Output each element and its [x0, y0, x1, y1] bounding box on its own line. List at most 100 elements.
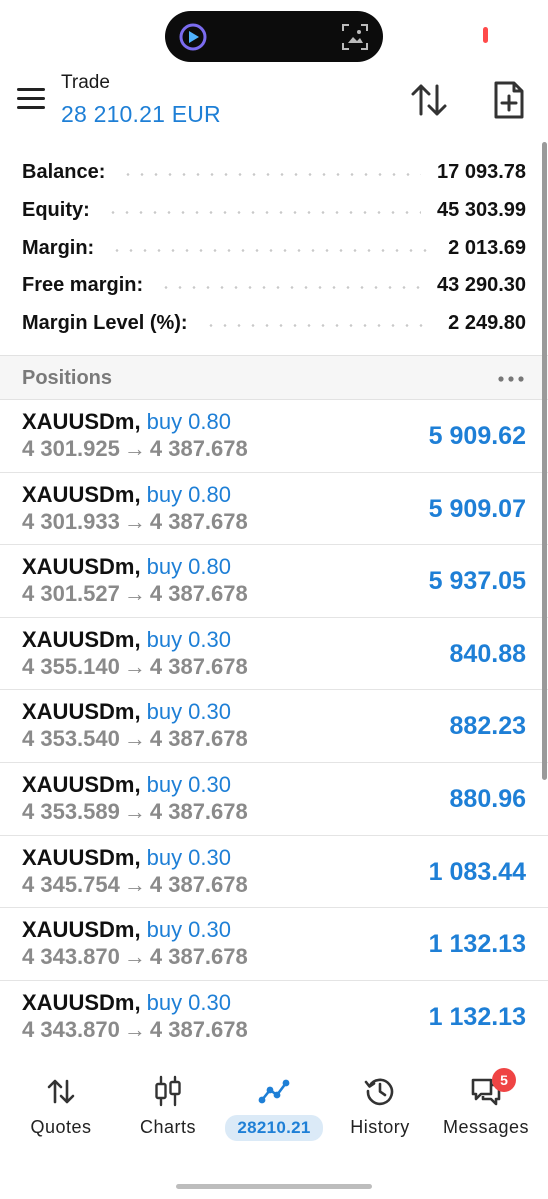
summary-value: 45 303.99	[437, 199, 526, 222]
position-current-price: 4 387.678	[149, 508, 248, 534]
nav-charts[interactable]: Charts	[113, 1058, 223, 1138]
position-symbol: XAUUSDm	[22, 989, 135, 1015]
menu-icon[interactable]	[17, 88, 45, 110]
position-profit: 5 909.07	[428, 494, 526, 523]
position-current-price: 4 387.678	[149, 436, 248, 461]
position-symbol: XAUUSDm	[22, 409, 135, 434]
nav-active-label: 28210.21	[225, 1115, 323, 1141]
position-type: buy 0.30	[146, 844, 231, 870]
summary-label: Equity:	[22, 199, 90, 222]
dotted-leader	[110, 248, 433, 252]
position-profit: 1 083.44	[428, 857, 526, 886]
nav-label: Messages	[442, 1117, 530, 1137]
position-profit: 880.96	[449, 784, 526, 813]
nav-label: History	[350, 1117, 410, 1137]
history-icon	[364, 1078, 394, 1106]
position-type: buy 0.30	[146, 917, 231, 943]
position-profit: 1 132.13	[428, 930, 526, 959]
position-row[interactable]: XAUUSDm, buy 0.80 4 301.925 → 4 387.678 5 9…	[0, 400, 548, 473]
summary-row-margin: Margin: 2 013.69	[0, 229, 548, 267]
arrow-right-icon: →	[123, 581, 146, 607]
position-row[interactable]: XAUUSDm, buy 0.30 4 355.140 → 4 387.678 840…	[0, 618, 548, 691]
charts-icon	[155, 1075, 181, 1107]
summary-label: Balance:	[22, 161, 106, 184]
position-symbol: XAUUSDm	[22, 699, 135, 725]
home-indicator[interactable]	[176, 1184, 372, 1189]
position-current-price: 4 387.678	[149, 944, 248, 970]
arrow-right-icon: →	[123, 508, 146, 534]
position-open-price: 4 301.925	[22, 436, 120, 461]
quotes-icon	[47, 1079, 75, 1104]
arrow-right-icon: →	[123, 944, 146, 970]
summary-row-balance: Balance: 17 093.78	[0, 154, 548, 192]
position-row[interactable]: XAUUSDm, buy 0.30 4 343.870 → 4 387.678 1 1…	[0, 908, 548, 981]
recording-indicator	[483, 27, 488, 43]
bottom-nav: Quotes Charts 28210.21 History 5 Message…	[0, 1058, 548, 1199]
nav-history[interactable]: History	[325, 1058, 435, 1138]
summary-value: 2 013.69	[448, 236, 526, 259]
position-open-price: 4 353.589	[22, 798, 120, 824]
nav-messages[interactable]: 5 Messages	[431, 1058, 541, 1138]
summary-label: Margin Level (%):	[22, 312, 188, 335]
position-symbol: XAUUSDm	[22, 917, 135, 943]
arrow-right-icon: →	[123, 726, 146, 752]
arrow-right-icon: →	[123, 1016, 146, 1042]
position-current-price: 4 387.678	[149, 1016, 248, 1042]
arrow-right-icon: →	[123, 798, 146, 824]
arrow-right-icon: →	[123, 871, 146, 897]
app-header: Trade 28 210.21 EUR	[0, 70, 548, 140]
position-symbol: XAUUSDm	[22, 554, 135, 580]
position-type: buy 0.80	[146, 481, 231, 507]
position-type: buy 0.30	[146, 771, 231, 797]
nav-label: Charts	[139, 1117, 196, 1137]
scrollbar[interactable]	[542, 142, 547, 780]
dynamic-island	[165, 11, 383, 62]
position-open-price: 4 345.754	[22, 871, 120, 897]
position-row[interactable]: XAUUSDm, buy 0.30 4 353.589 → 4 387.678 880…	[0, 763, 548, 836]
summary-value: 43 290.30	[437, 274, 526, 297]
position-symbol: XAUUSDm	[22, 481, 135, 507]
position-row[interactable]: XAUUSDm, buy 0.80 4 301.527 → 4 387.678 5 9…	[0, 545, 548, 618]
summary-label: Margin:	[22, 236, 95, 259]
positions-list: XAUUSDm, buy 0.80 4 301.925 → 4 387.678 5 9…	[0, 400, 548, 1053]
position-profit: 5 937.05	[428, 567, 526, 596]
position-row[interactable]: XAUUSDm, buy 0.30 4 345.754 → 4 387.678 1 0…	[0, 836, 548, 909]
nav-label: Quotes	[30, 1117, 92, 1137]
position-type: buy 0.30	[146, 989, 231, 1015]
positions-section-header: Positions	[0, 355, 548, 400]
more-icon[interactable]	[498, 376, 524, 382]
sort-icon[interactable]	[410, 80, 448, 120]
trade-icon	[258, 1079, 290, 1104]
position-current-price: 4 387.678	[149, 871, 248, 897]
account-summary: Balance: 17 093.78 Equity: 45 303.99 Mar…	[0, 154, 548, 342]
position-symbol: XAUUSDm	[22, 626, 135, 652]
new-order-icon[interactable]	[492, 79, 526, 121]
position-profit: 840.88	[449, 639, 526, 668]
nav-quotes[interactable]: Quotes	[6, 1058, 116, 1138]
position-row[interactable]: XAUUSDm, buy 0.80 4 301.933 → 4 387.678 5 9…	[0, 473, 548, 546]
position-current-price: 4 387.678	[149, 653, 248, 679]
position-profit: 5 909.62	[428, 422, 526, 450]
position-open-price: 4 343.870	[22, 944, 120, 970]
position-profit: 1 132.13	[428, 1002, 526, 1031]
dotted-leader	[105, 211, 422, 215]
position-symbol: XAUUSDm	[22, 844, 135, 870]
dotted-leader	[203, 324, 433, 328]
dotted-leader	[159, 286, 422, 290]
position-open-price: 4 355.140	[22, 653, 120, 679]
position-row[interactable]: XAUUSDm, buy 0.30 4 353.540 → 4 387.678 882…	[0, 690, 548, 763]
position-symbol: XAUUSDm	[22, 771, 135, 797]
position-row[interactable]: XAUUSDm, buy 0.30 4 343.870 → 4 387.678 1 1…	[0, 981, 548, 1054]
position-open-price: 4 343.870	[22, 1016, 120, 1042]
summary-value: 2 249.80	[448, 312, 526, 335]
position-type: buy 0.80	[146, 554, 231, 580]
summary-row-margin-level: Margin Level (%): 2 249.80	[0, 305, 548, 343]
positions-title: Positions	[22, 367, 113, 389]
position-current-price: 4 387.678	[149, 581, 248, 607]
arrow-right-icon: →	[123, 653, 146, 679]
app-logo-icon	[179, 23, 207, 51]
position-type: buy 0.30	[146, 626, 231, 652]
position-current-price: 4 387.678	[149, 726, 248, 752]
nav-trade[interactable]: 28210.21	[219, 1058, 329, 1141]
position-current-price: 4 387.678	[149, 798, 248, 824]
